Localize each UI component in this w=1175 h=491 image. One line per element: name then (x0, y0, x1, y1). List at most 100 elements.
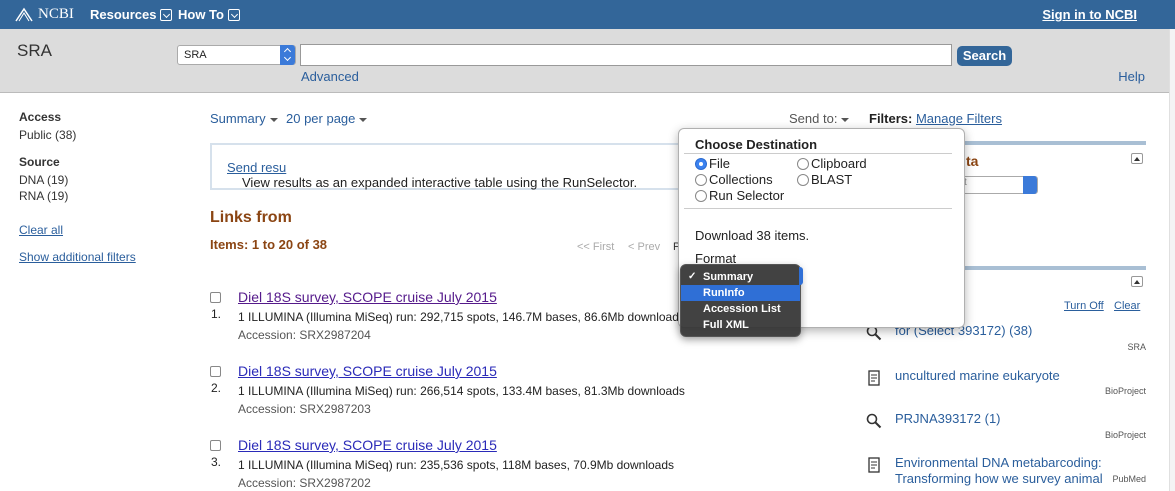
pager-prev[interactable]: < Prev (628, 241, 660, 253)
filter-source-dna[interactable]: DNA (19) (19, 172, 169, 188)
advanced-search-link[interactable]: Advanced (301, 69, 359, 84)
format-option-label: Summary (703, 271, 754, 283)
send-to-dropdown[interactable]: Send to: (789, 111, 850, 126)
resources-menu-label: Resources (90, 7, 157, 22)
help-link[interactable]: Help (1118, 69, 1145, 84)
panel-heading-partial: ta (966, 153, 979, 169)
database-select-value: SRA (184, 49, 207, 61)
result-description: 1 ILLUMINA (Illumina MiSeq) run: 235,536… (238, 458, 675, 472)
ncbi-logo[interactable]: NCBI (14, 6, 74, 23)
send-to-label: Send to: (789, 111, 838, 126)
radio-icon (695, 173, 707, 186)
filter-sidebar: Access Public (38) Source DNA (19) RNA (… (19, 110, 169, 264)
select-arrows-icon (280, 45, 295, 65)
links-from-heading: Links from (210, 209, 292, 226)
turn-off-link[interactable]: Turn Off (1064, 300, 1104, 312)
format-option-accession-list[interactable]: Accession List (681, 301, 800, 317)
chevron-down-icon (227, 8, 240, 21)
caret-down-icon (359, 117, 368, 122)
ncbi-header: NCBI Resources How To Sign in to NCBI (0, 0, 1175, 29)
radio-icon (797, 173, 809, 186)
search-icon (866, 413, 882, 429)
summary-dropdown[interactable]: Summary (210, 111, 278, 126)
database-select-right[interactable]: t (961, 176, 1038, 194)
result-title-link[interactable]: Diel 18S survey, SCOPE cruise July 2015 (238, 437, 497, 453)
download-count-text: Download 38 items. (695, 228, 810, 243)
filter-access-public[interactable]: Public (38) (19, 127, 169, 143)
result-accession: Accession: SRX2987202 (238, 476, 371, 490)
resources-menu[interactable]: Resources (90, 7, 173, 22)
clear-history-link[interactable]: Clear (1114, 300, 1140, 312)
send-results-link[interactable]: Send resu (227, 160, 286, 175)
format-option-runinfo[interactable]: RunInfo (681, 285, 800, 301)
choose-destination-heading: Choose Destination (695, 137, 818, 152)
result-description: 1 ILLUMINA (Illumina MiSeq) run: 292,715… (238, 310, 679, 324)
format-dropdown-menu[interactable]: ✓ Summary RunInfo Accession List Full XML (680, 264, 803, 337)
filters-label: Filters: (869, 111, 913, 126)
access-heading: Access (19, 110, 62, 124)
search-input[interactable] (300, 44, 952, 66)
radio-icon (797, 157, 809, 170)
format-option-summary[interactable]: ✓ Summary (681, 269, 800, 285)
page-scrollbar[interactable] (1169, 29, 1175, 491)
radio-blast[interactable]: BLAST (797, 172, 852, 187)
ncbi-logo-icon (15, 7, 33, 21)
divider (684, 208, 952, 209)
result-number: 3. (211, 455, 222, 469)
collapse-icon[interactable] (1131, 153, 1143, 164)
chevron-down-icon (160, 8, 173, 21)
checkmark-icon: ✓ (688, 271, 697, 282)
database-select[interactable]: SRA (177, 45, 296, 65)
howto-menu[interactable]: How To (178, 7, 240, 22)
radio-file[interactable]: File (695, 156, 730, 171)
radio-clipboard-label: Clipboard (811, 156, 867, 171)
pager-first[interactable]: << First (577, 241, 614, 253)
document-icon (868, 457, 880, 473)
result-accession: Accession: SRX2987203 (238, 402, 371, 416)
summary-label: Summary (210, 111, 266, 126)
select-arrows-icon (1023, 176, 1037, 194)
result-title-link[interactable]: Diel 18S survey, SCOPE cruise July 2015 (238, 363, 497, 379)
search-button[interactable]: Search (957, 46, 1012, 66)
radio-run-selector-label: Run Selector (709, 188, 785, 203)
caret-down-icon (841, 117, 850, 122)
radio-collections-label: Collections (709, 172, 773, 187)
manage-filters-link[interactable]: Manage Filters (916, 111, 1002, 126)
show-additional-filters-link[interactable]: Show additional filters (19, 250, 169, 264)
collapse-icon[interactable] (1131, 276, 1143, 287)
radio-run-selector[interactable]: Run Selector (695, 188, 784, 203)
result-title-link[interactable]: Diel 18S survey, SCOPE cruise July 2015 (238, 289, 497, 305)
format-option-full-xml[interactable]: Full XML (681, 317, 800, 333)
radio-selected-icon (695, 157, 707, 170)
per-page-dropdown[interactable]: 20 per page (286, 111, 368, 126)
radio-collections[interactable]: Collections (695, 172, 773, 187)
database-title: SRA (17, 41, 52, 60)
recent-item-text: uncultured marine eukaryote (895, 368, 1060, 383)
format-option-label: Accession List (703, 303, 781, 315)
divider (684, 153, 952, 154)
recent-item-source: BioProject (1104, 386, 1146, 396)
select-edge (799, 267, 803, 285)
recent-item-source: SRA (1127, 342, 1146, 352)
clear-all-link[interactable]: Clear all (19, 223, 169, 237)
source-heading: Source (19, 155, 60, 169)
notice-text: View results as an expanded interactive … (242, 175, 638, 190)
result-checkbox[interactable] (210, 292, 221, 303)
radio-icon (695, 189, 707, 202)
format-option-label: RunInfo (703, 287, 745, 299)
filter-source-rna[interactable]: RNA (19) (19, 188, 169, 204)
result-number: 1. (211, 307, 222, 321)
radio-blast-label: BLAST (811, 172, 853, 187)
per-page-label: 20 per page (286, 111, 356, 126)
recent-item-source: BioProject (1104, 430, 1146, 440)
ncbi-logo-text: NCBI (38, 6, 74, 22)
recent-item-text: PRJNA393172 (1) (895, 411, 1001, 426)
signin-link[interactable]: Sign in to NCBI (1042, 7, 1137, 22)
search-bar: SRA SRA Search Advanced Help (0, 29, 1175, 93)
result-description: 1 ILLUMINA (Illumina MiSeq) run: 266,514… (238, 384, 685, 398)
result-checkbox[interactable] (210, 366, 221, 377)
result-checkbox[interactable] (210, 440, 221, 451)
radio-clipboard[interactable]: Clipboard (797, 156, 867, 171)
format-option-label: Full XML (703, 319, 749, 331)
runselector-notice: View results as an expanded interactive … (210, 143, 680, 190)
